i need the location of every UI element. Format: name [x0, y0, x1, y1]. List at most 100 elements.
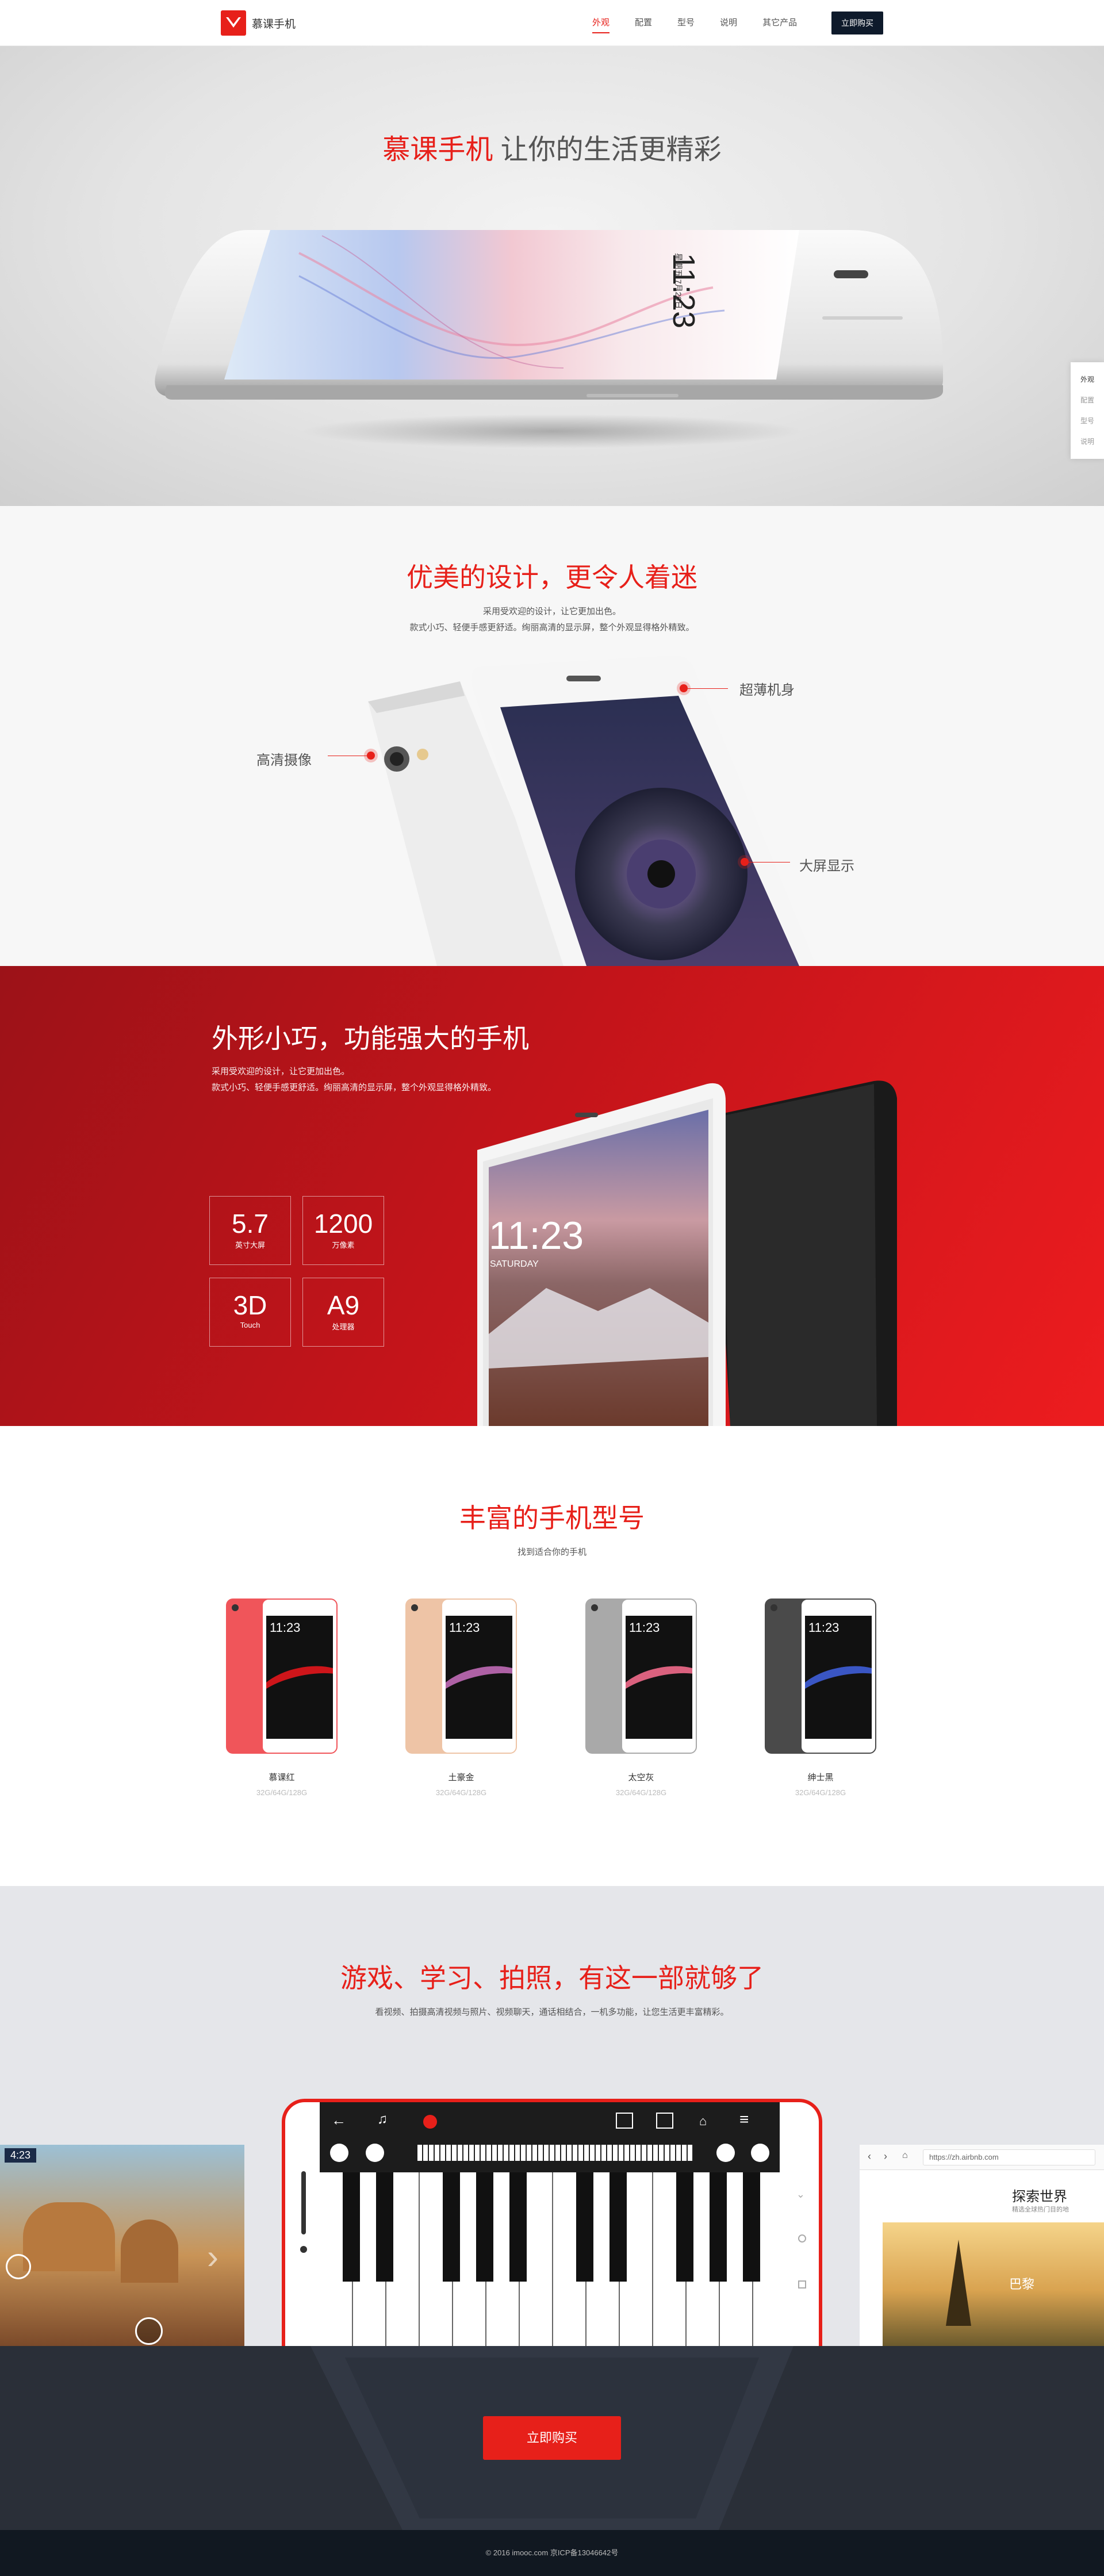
- side-nav-config[interactable]: 配置: [1071, 390, 1104, 411]
- nav-link-other-products[interactable]: 其它产品: [762, 0, 797, 46]
- piano-prev-icon[interactable]: [366, 2144, 384, 2162]
- piano-keyboard[interactable]: [320, 2172, 780, 2346]
- callout-dot-screen: [741, 858, 749, 866]
- callout-dot-thin: [680, 684, 688, 692]
- side-nav-instructions[interactable]: 说明: [1071, 431, 1104, 452]
- model-camera: [232, 1604, 239, 1611]
- piano-rewind-icon[interactable]: [330, 2144, 348, 2162]
- model-camera: [770, 1604, 777, 1611]
- model-spec: 32G/64G/128G: [615, 1788, 667, 1797]
- model-phone-front: 11:23: [441, 1598, 517, 1754]
- hero-section: 慕课手机 让你的生活更精彩 11:23 星期五 7月20日: [0, 46, 1104, 506]
- nav-links: 外观 配置 型号 说明 其它产品: [592, 0, 822, 46]
- piano-instrument-icon[interactable]: ⌂: [699, 2114, 707, 2129]
- browser-url[interactable]: https://zh.airbnb.com: [923, 2149, 1095, 2165]
- apps-section: 游戏、学习、拍照，有这一部就够了 看视频、拍摄高清视频与照片、视频聊天，通话相结…: [0, 1886, 1104, 2346]
- model-name: 绅士黑: [807, 1773, 834, 1782]
- phone-nav-recent-icon[interactable]: [798, 2280, 806, 2288]
- browser-toolbar: ‹ › ⌂ https://zh.airbnb.com: [860, 2145, 1104, 2170]
- apps-title: 游戏、学习、拍照，有这一部就够了: [340, 1963, 764, 1993]
- piano-record-button[interactable]: [423, 2115, 437, 2129]
- hero-phone-image: [155, 230, 944, 400]
- brand-logo-icon[interactable]: [221, 10, 246, 36]
- model-spec: 32G/64G/128G: [256, 1788, 308, 1797]
- side-nav: 外观 配置 型号 说明: [1071, 362, 1104, 459]
- piano-key-scroller[interactable]: [320, 2142, 780, 2163]
- callout-dot-camera: [367, 752, 375, 760]
- game-time: 4:23: [5, 2148, 37, 2163]
- piano-keys-icon[interactable]: [616, 2113, 633, 2129]
- callout-thin-body: 超薄机身: [739, 683, 795, 698]
- eiffel-tower-icon: [946, 2240, 971, 2326]
- brand-name[interactable]: 慕课手机: [252, 16, 296, 31]
- piano-back-icon[interactable]: ←: [331, 2111, 346, 2129]
- model-screen: 11:23: [805, 1616, 872, 1739]
- browser-url-text: https://zh.airbnb.com: [929, 2153, 999, 2161]
- nav-buy-button[interactable]: 立即购买: [831, 12, 883, 34]
- side-nav-models[interactable]: 型号: [1071, 411, 1104, 431]
- model-spec: 32G/64G/128G: [795, 1788, 846, 1797]
- apps-phone: ⌄ ← ♫ ⌂ ≡: [282, 2099, 822, 2346]
- phone-nav-home-icon[interactable]: [798, 2234, 806, 2242]
- browser-home-icon[interactable]: ⌂: [902, 2150, 908, 2161]
- model-wave: [266, 1658, 333, 1729]
- piano-dual-icon[interactable]: [656, 2113, 673, 2129]
- model-name: 土豪金: [448, 1773, 474, 1782]
- piano-next-icon[interactable]: [716, 2144, 735, 2162]
- buy-now-button[interactable]: 立即购买: [483, 2416, 621, 2460]
- game-screen: 4:23 ›: [0, 2145, 244, 2346]
- model-spec: 32G/64G/128G: [435, 1788, 487, 1797]
- game-next-arrow-icon: ›: [207, 2237, 218, 2276]
- browser-back-icon[interactable]: ‹: [868, 2150, 871, 2163]
- apps-desc: 看视频、拍摄高清视频与照片、视频聊天，通话相结合，一机多功能，让您生活更丰富精彩…: [375, 2007, 729, 2017]
- browser-forward-icon[interactable]: ›: [884, 2150, 887, 2163]
- model-wave: [626, 1658, 692, 1729]
- browser-city-name: 巴黎: [1009, 2277, 1035, 2291]
- piano-forward-icon[interactable]: [751, 2144, 769, 2162]
- piano-metronome-icon[interactable]: ♫: [377, 2111, 388, 2128]
- phone-nav-back-icon[interactable]: ⌄: [796, 2188, 805, 2201]
- piano-toolbar: ← ♫ ⌂ ≡: [320, 2108, 780, 2133]
- design-section: 优美的设计，更令人着迷 采用受欢迎的设计，让它更加出色。 款式小巧、轻便手感更舒…: [0, 506, 1104, 966]
- spec-section: 外形小巧，功能强大的手机 采用受欢迎的设计，让它更加出色。 款式小巧、轻便手感更…: [0, 966, 1104, 1426]
- spec-phone-time: 11:23: [489, 1214, 584, 1258]
- piano-menu-icon[interactable]: ≡: [739, 2110, 749, 2129]
- browser-heading: 探索世界: [1012, 2189, 1067, 2205]
- spec-phone-day: SATURDAY: [490, 1259, 539, 1269]
- model-time: 11:23: [270, 1620, 301, 1635]
- browser-screen: ‹ › ⌂ https://zh.airbnb.com 探索世界 精选全球热门目…: [860, 2145, 1104, 2346]
- spec-phones-image: [477, 1080, 897, 1426]
- nav-link-instructions[interactable]: 说明: [720, 0, 737, 46]
- nav-link-appearance[interactable]: 外观: [592, 0, 610, 46]
- phone-camera: [300, 2246, 307, 2253]
- model-wave: [805, 1658, 872, 1729]
- hero-phone-date: 星期五 7月20日: [674, 253, 683, 309]
- models-desc: 找到适合你的手机: [517, 1547, 586, 1557]
- model-phone-front: 11:23: [800, 1598, 876, 1754]
- model-screen: 11:23: [626, 1616, 692, 1739]
- callout-screen: 大屏显示: [799, 858, 854, 874]
- model-phone-front: 11:23: [262, 1598, 338, 1754]
- model-time: 11:23: [449, 1620, 480, 1635]
- nav-link-models[interactable]: 型号: [677, 0, 695, 46]
- model-camera: [411, 1604, 418, 1611]
- game-fire-button-icon[interactable]: [135, 2317, 163, 2345]
- design-phones-image: [368, 655, 816, 966]
- piano-mini-keyboard[interactable]: [417, 2145, 693, 2161]
- top-nav: 慕课手机 外观 配置 型号 说明 其它产品 立即购买: [0, 0, 1104, 46]
- browser-subheading: 精选全球热门目的地: [1012, 2206, 1069, 2213]
- browser-city-card[interactable]: 巴黎: [883, 2222, 1104, 2346]
- phone-side-button: [301, 2171, 306, 2234]
- model-screen: 11:23: [266, 1616, 333, 1739]
- model-wave: [446, 1658, 512, 1729]
- model-name: 慕课红: [269, 1773, 295, 1782]
- footer: © 2016 imooc.com 京ICP备13046642号: [0, 2530, 1104, 2576]
- game-crosshair-icon[interactable]: [6, 2254, 31, 2279]
- nav-link-config[interactable]: 配置: [635, 0, 652, 46]
- model-screen: 11:23: [446, 1616, 512, 1739]
- model-time: 11:23: [808, 1620, 839, 1635]
- side-nav-appearance[interactable]: 外观: [1071, 369, 1104, 390]
- model-name: 太空灰: [628, 1773, 654, 1782]
- callout-camera: 高清摄像: [256, 753, 312, 768]
- piano-app: ← ♫ ⌂ ≡: [320, 2102, 780, 2346]
